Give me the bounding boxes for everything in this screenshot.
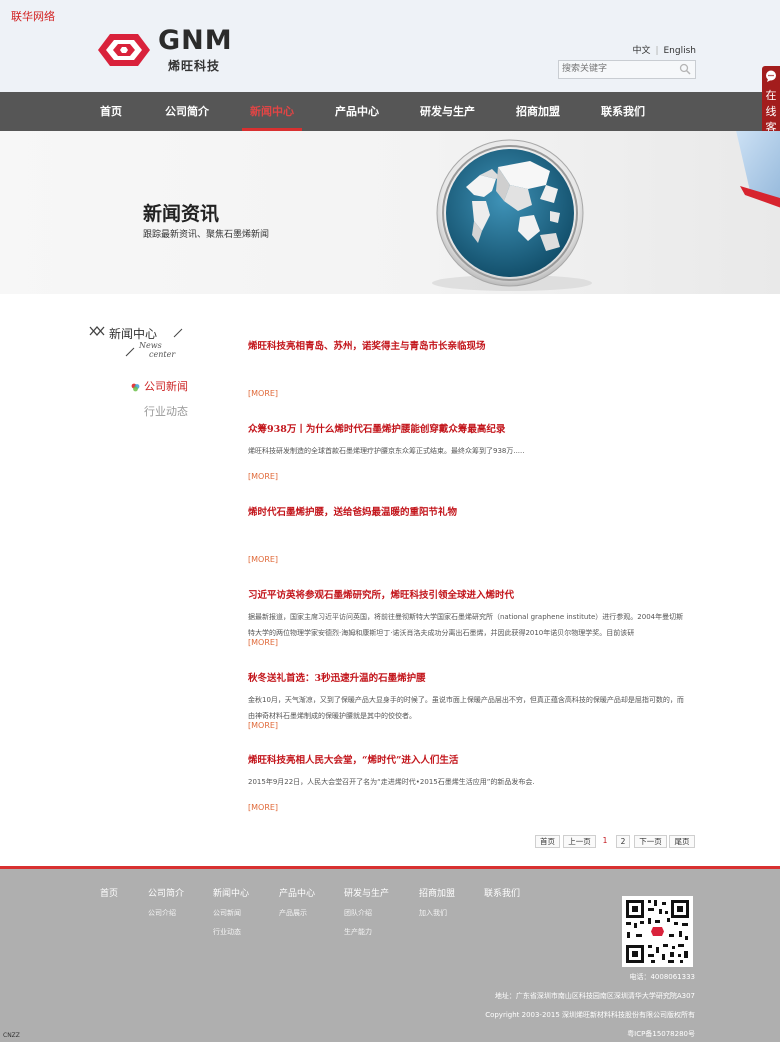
pagination-prev[interactable]: 上一页 <box>563 835 596 848</box>
news-summary: 烯旺科技研发制造的全球首款石墨烯理疗护腰京东众筹正式结束。最终众筹到了938万.… <box>248 447 525 455</box>
pagination-page[interactable]: 2 <box>616 835 630 848</box>
search-box <box>558 60 696 79</box>
news-item: 秋冬送礼首选：3秒迅速升温的石墨烯护腰 金秋10月，天气渐凉，又到了保暖产品大显… <box>248 670 688 730</box>
news-title-link[interactable]: 众筹938万丨为什么烯时代石墨烯护腰能创穿戴众筹最高纪录 <box>248 421 688 435</box>
site-header: 联华网络 GNM 烯旺科技 中文 | English <box>0 0 780 92</box>
news-summary: 2015年9月22日，人民大会堂召开了名为“走进烯时代•2015石墨烯生活应用”… <box>248 778 535 786</box>
news-more-link[interactable]: [MORE] <box>248 555 278 564</box>
footer-link-join-us[interactable]: 加入我们 <box>419 908 447 918</box>
banner-title: 新闻资讯 <box>143 203 220 225</box>
news-item: 众筹938万丨为什么烯时代石墨烯护腰能创穿戴众筹最高纪录 烯旺科技研发制造的全球… <box>248 421 688 481</box>
news-title-link[interactable]: 烯旺科技亮相人民大会堂，“烯时代”进入人们生活 <box>248 752 688 766</box>
active-bullet-icon <box>131 383 140 391</box>
footer-link-products[interactable]: 产品展示 <box>279 908 307 918</box>
lang-chinese-link[interactable]: 中文 <box>632 46 650 56</box>
news-title-link[interactable]: 习近平访英将参观石墨烯研究所，烯旺科技引领全球进入烯时代 <box>248 587 688 601</box>
news-more-link[interactable]: [MORE] <box>248 472 278 481</box>
page-banner: 新闻资讯 跟踪最新资讯、聚焦石墨烯新闻 <box>0 131 780 294</box>
footer-link-team[interactable]: 团队介绍 <box>344 908 372 918</box>
news-more-link[interactable]: [MORE] <box>248 389 278 398</box>
footer-nav-franchise[interactable]: 招商加盟 <box>419 886 455 899</box>
news-summary: 据最新报道，国家主席习近平访问英国，将前往曼彻斯特大学国家石墨烯研究所（nati… <box>248 613 684 637</box>
language-switcher: 中文 | English <box>632 43 696 56</box>
nav-news[interactable]: 新闻中心 <box>242 92 302 131</box>
site-footer: 首页 公司简介 新闻中心 产品中心 研发与生产 招商加盟 联系我们 公司介绍 公… <box>0 869 780 1042</box>
news-item: 烯旺科技亮相人民大会堂，“烯时代”进入人们生活 2015年9月22日，人民大会堂… <box>248 752 688 812</box>
pagination-next[interactable]: 下一页 <box>634 835 667 848</box>
banner-subtitle: 跟踪最新资讯、聚焦石墨烯新闻 <box>143 230 270 240</box>
news-summary: 金秋10月，天气渐凉，又到了保暖产品大显身手的时候了。虽说市面上保暖产品层出不穷… <box>248 696 684 720</box>
sidebar-item-company-news[interactable]: 公司新闻 <box>131 378 188 394</box>
logo-mark-icon <box>98 34 150 66</box>
news-item: 烯旺科技亮相青岛、苏州，诺奖得主与青岛市长亲临现场 [MORE] <box>248 338 688 398</box>
footer-phone: 电话：4008061333 <box>629 973 695 981</box>
nav-home[interactable]: 首页 <box>100 92 122 131</box>
footer-link-industry-news[interactable]: 行业动态 <box>213 927 241 937</box>
footer-link-company-news[interactable]: 公司新闻 <box>213 908 241 918</box>
sidebar-item-industry-news[interactable]: 行业动态 <box>144 403 188 419</box>
logo-subtitle: 烯旺科技 <box>168 59 221 73</box>
nav-research[interactable]: 研发与生产 <box>420 92 475 131</box>
news-title-link[interactable]: 烯时代石墨烯护腰，送给爸妈最温暖的重阳节礼物 <box>248 504 688 518</box>
footer-link-company-intro[interactable]: 公司介绍 <box>148 908 176 918</box>
news-more-link[interactable]: [MORE] <box>248 721 278 730</box>
pagination-last[interactable]: 尾页 <box>669 835 695 848</box>
footer-nav-news[interactable]: 新闻中心 <box>213 886 249 899</box>
footer-nav-about[interactable]: 公司简介 <box>148 886 184 899</box>
pagination-page-current[interactable]: 1 <box>600 835 610 846</box>
search-icon[interactable] <box>679 63 691 75</box>
footer-address: 地址：广东省深圳市南山区科技园南区深圳清华大学研究院A307 <box>494 992 695 1000</box>
section-title-icon <box>89 326 105 336</box>
news-title-link[interactable]: 烯旺科技亮相青岛、苏州，诺奖得主与青岛市长亲临现场 <box>248 338 688 352</box>
logo-text: GNM <box>158 25 233 56</box>
nav-franchise[interactable]: 招商加盟 <box>516 92 560 131</box>
sidebar-item-label: 公司新闻 <box>144 380 188 393</box>
lang-english-link[interactable]: English <box>664 46 697 56</box>
footer-copyright: Copyright 2003-2015 深圳烯旺新材料科技股份有限公司版权所有 <box>485 1011 695 1019</box>
footer-icp: 粤ICP备15078280号 <box>627 1030 695 1038</box>
news-more-link[interactable]: [MORE] <box>248 638 278 647</box>
news-title-link[interactable]: 秋冬送礼首选：3秒迅速升温的石墨烯护腰 <box>248 670 688 684</box>
qr-code-image <box>622 896 693 967</box>
sidebar-title-en-line2: center <box>149 350 176 359</box>
sidebar-title-en-line1: News <box>139 341 162 350</box>
nav-about[interactable]: 公司简介 <box>165 92 209 131</box>
cnzz-stats-badge[interactable]: CNZZ <box>3 1032 20 1039</box>
news-item: 烯时代石墨烯护腰，送给爸妈最温暖的重阳节礼物 [MORE] <box>248 504 688 564</box>
footer-nav-products[interactable]: 产品中心 <box>279 886 315 899</box>
footer-link-production[interactable]: 生产能力 <box>344 927 372 937</box>
nav-contact[interactable]: 联系我们 <box>601 92 645 131</box>
pagination-first[interactable]: 首页 <box>535 835 560 848</box>
footer-nav-home[interactable]: 首页 <box>100 886 118 899</box>
news-more-link[interactable]: [MORE] <box>248 803 278 812</box>
nav-products[interactable]: 产品中心 <box>335 92 379 131</box>
chat-bubble-icon <box>766 70 776 82</box>
corner-brand-link[interactable]: 联华网络 <box>11 8 55 24</box>
footer-nav-research[interactable]: 研发与生产 <box>344 886 389 899</box>
lang-divider: | <box>655 46 659 56</box>
main-nav: 首页 公司简介 新闻中心 产品中心 研发与生产 招商加盟 联系我们 <box>0 92 780 131</box>
footer-nav-contact[interactable]: 联系我们 <box>484 886 520 899</box>
search-input[interactable] <box>562 62 672 76</box>
site-logo[interactable]: GNM 烯旺科技 <box>96 25 246 74</box>
news-item: 习近平访英将参观石墨烯研究所，烯旺科技引领全球进入烯时代 据最新报道，国家主席习… <box>248 587 688 647</box>
globe-cup-illustration <box>432 131 780 291</box>
